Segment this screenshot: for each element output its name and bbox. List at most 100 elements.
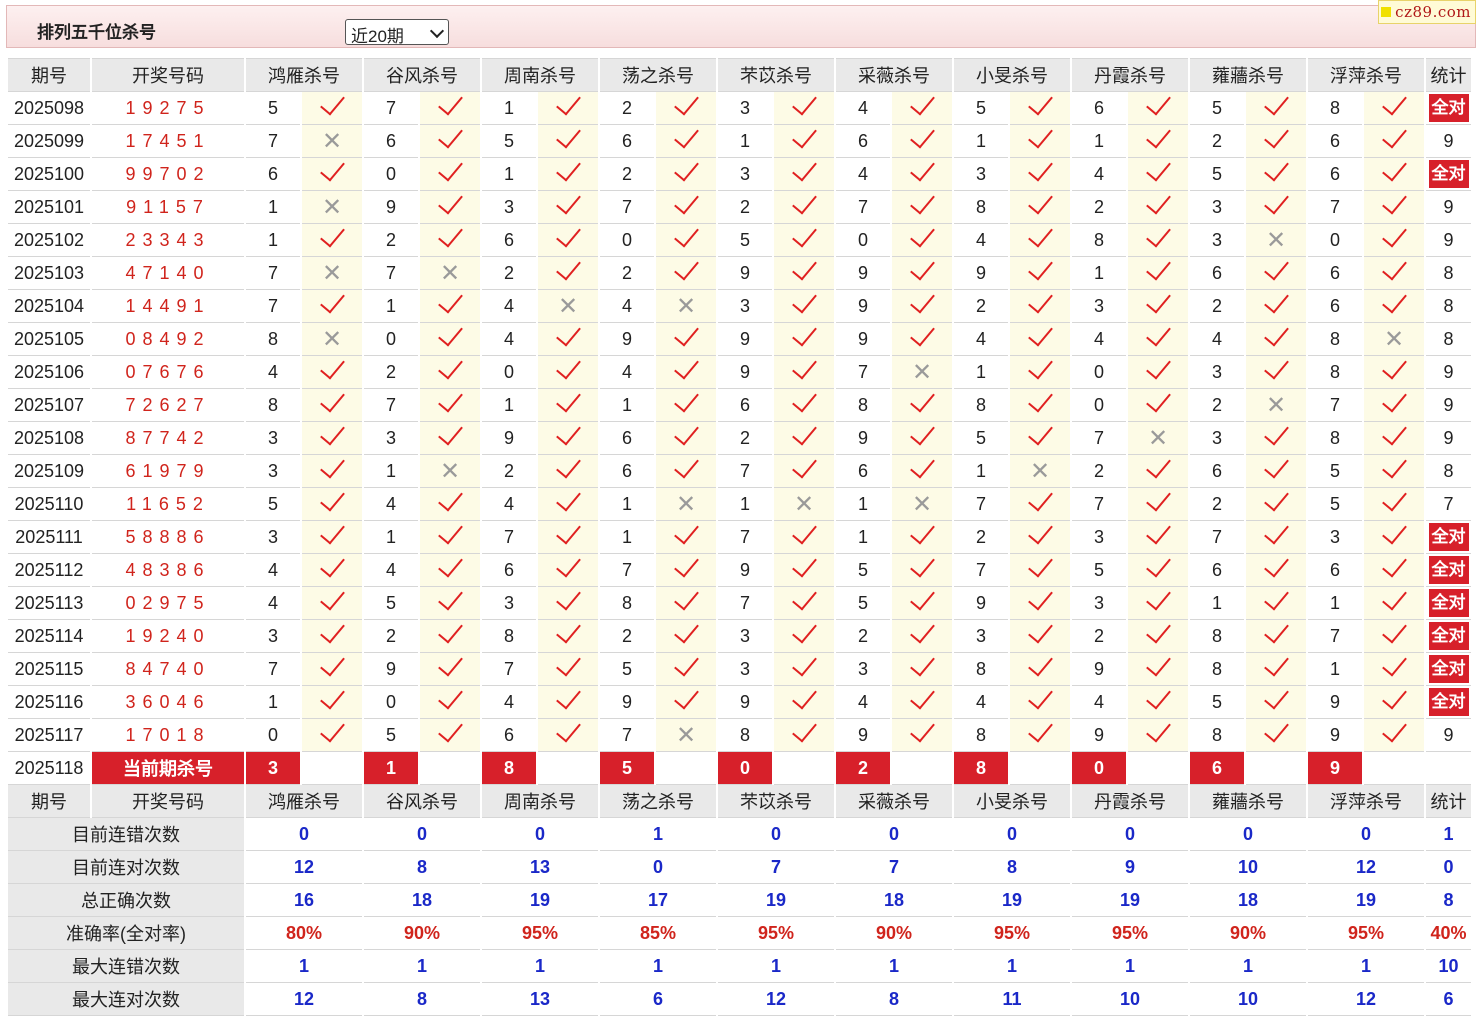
stat-cell: 8 xyxy=(1426,290,1471,323)
result-mark-cell xyxy=(538,521,598,554)
kill-number-cell: 2 xyxy=(600,257,654,290)
summary-value: 0 xyxy=(954,818,1070,851)
kill-number-cell: 6 xyxy=(482,719,536,752)
all-correct-badge: 全对 xyxy=(1428,556,1469,584)
kill-number-cell: 1 xyxy=(600,521,654,554)
column-header-expert[interactable]: 荡之杀号 xyxy=(600,58,716,92)
check-icon xyxy=(326,593,339,613)
result-mark-cell xyxy=(1010,191,1070,224)
check-icon xyxy=(1152,131,1165,151)
table-row: 2025099 17451 7 ✕ 6 5 6 1 6 1 1 2 6 9 xyxy=(8,125,1471,158)
check-icon xyxy=(444,164,457,184)
result-mark-cell xyxy=(892,554,952,587)
kill-number-cell: 3 xyxy=(1190,224,1244,257)
check-icon xyxy=(1034,362,1047,382)
kill-number-cell: 4 xyxy=(954,224,1008,257)
summary-total: 1 xyxy=(1426,818,1471,851)
draw-number-cell: 72627 xyxy=(92,389,244,422)
result-mark-cell xyxy=(1128,158,1188,191)
result-mark-cell xyxy=(656,92,716,125)
result-mark-cell xyxy=(1364,191,1424,224)
column-header-expert[interactable]: 蕹蘠杀号 xyxy=(1190,785,1306,818)
summary-value: 1 xyxy=(600,818,716,851)
result-mark-cell xyxy=(538,653,598,686)
check-icon xyxy=(562,362,575,382)
column-header-expert[interactable]: 小旻杀号 xyxy=(954,785,1070,818)
column-header-expert[interactable]: 周南杀号 xyxy=(482,58,598,92)
check-icon xyxy=(1270,131,1283,151)
result-mark-cell xyxy=(1364,422,1424,455)
result-mark-cell xyxy=(1128,620,1188,653)
stat-count: 8 xyxy=(1443,460,1454,481)
cross-icon: ✕ xyxy=(557,292,579,320)
check-icon xyxy=(1270,692,1283,712)
result-mark-cell xyxy=(774,422,834,455)
current-kill-number: 8 xyxy=(482,752,536,785)
kill-number-cell: 9 xyxy=(836,422,890,455)
result-mark-cell xyxy=(420,686,480,719)
column-header-expert[interactable]: 鸿雁杀号 xyxy=(246,58,362,92)
column-header-expert[interactable]: 鸿雁杀号 xyxy=(246,785,362,818)
kill-number-cell: 3 xyxy=(718,653,772,686)
cross-icon: ✕ xyxy=(1029,457,1051,485)
result-mark-cell xyxy=(774,521,834,554)
result-mark-cell xyxy=(1128,125,1188,158)
check-icon xyxy=(444,98,457,118)
kill-number-cell: 8 xyxy=(246,323,300,356)
column-header-expert[interactable]: 浮萍杀号 xyxy=(1308,785,1424,818)
check-icon xyxy=(798,725,811,745)
column-header-expert[interactable]: 芣苡杀号 xyxy=(718,785,834,818)
kill-number-cell: 1 xyxy=(600,389,654,422)
kill-number-cell: 6 xyxy=(482,224,536,257)
kill-number-cell: 8 xyxy=(1308,323,1362,356)
result-mark-cell xyxy=(1010,158,1070,191)
result-mark-cell xyxy=(892,389,952,422)
column-header-expert[interactable]: 芣苡杀号 xyxy=(718,58,834,92)
check-icon xyxy=(444,131,457,151)
check-icon xyxy=(798,263,811,283)
column-header-expert[interactable]: 采薇杀号 xyxy=(836,785,952,818)
issue-cell: 2025115 xyxy=(8,653,90,686)
kill-number-cell: 9 xyxy=(718,257,772,290)
kill-number-cell: 9 xyxy=(836,719,890,752)
result-mark-cell xyxy=(538,158,598,191)
check-icon xyxy=(680,362,693,382)
kill-number-cell: 6 xyxy=(836,125,890,158)
period-select[interactable]: 近20期 xyxy=(345,19,449,46)
site-logo[interactable]: cz89.com xyxy=(1378,0,1476,24)
column-header-expert[interactable]: 丹霞杀号 xyxy=(1072,785,1188,818)
kill-number-cell: 5 xyxy=(1072,554,1126,587)
cross-icon: ✕ xyxy=(321,325,343,353)
result-mark-cell xyxy=(1246,719,1306,752)
column-header-expert[interactable]: 浮萍杀号 xyxy=(1308,58,1424,92)
result-mark-cell xyxy=(538,92,598,125)
column-header-expert[interactable]: 丹霞杀号 xyxy=(1072,58,1188,92)
kill-number-cell: 6 xyxy=(1190,455,1244,488)
result-mark-cell: ✕ xyxy=(1010,455,1070,488)
column-header-expert[interactable]: 蕹蘠杀号 xyxy=(1190,58,1306,92)
check-icon xyxy=(1388,230,1401,250)
draw-number-cell: 61979 xyxy=(92,455,244,488)
column-header-expert[interactable]: 小旻杀号 xyxy=(954,58,1070,92)
chevron-down-icon xyxy=(429,23,445,39)
draw-number-cell: 19240 xyxy=(92,620,244,653)
check-icon xyxy=(680,329,693,349)
kill-number-cell: 1 xyxy=(246,191,300,224)
column-header-expert[interactable]: 采薇杀号 xyxy=(836,58,952,92)
kill-number-cell: 6 xyxy=(600,422,654,455)
column-header-expert[interactable]: 周南杀号 xyxy=(482,785,598,818)
check-icon xyxy=(1270,197,1283,217)
column-header-expert[interactable]: 谷风杀号 xyxy=(364,785,480,818)
draw-number-cell: 47140 xyxy=(92,257,244,290)
column-header-expert[interactable]: 荡之杀号 xyxy=(600,785,716,818)
column-header-expert[interactable]: 谷风杀号 xyxy=(364,58,480,92)
kill-number-cell: 3 xyxy=(364,422,418,455)
kill-number-cell: 9 xyxy=(1308,719,1362,752)
stat-cell: 9 xyxy=(1426,719,1471,752)
kill-number-cell: 5 xyxy=(718,224,772,257)
check-icon xyxy=(1152,593,1165,613)
check-icon xyxy=(1152,98,1165,118)
summary-value: 7 xyxy=(718,851,834,884)
kill-number-cell: 8 xyxy=(836,389,890,422)
check-icon xyxy=(1388,98,1401,118)
